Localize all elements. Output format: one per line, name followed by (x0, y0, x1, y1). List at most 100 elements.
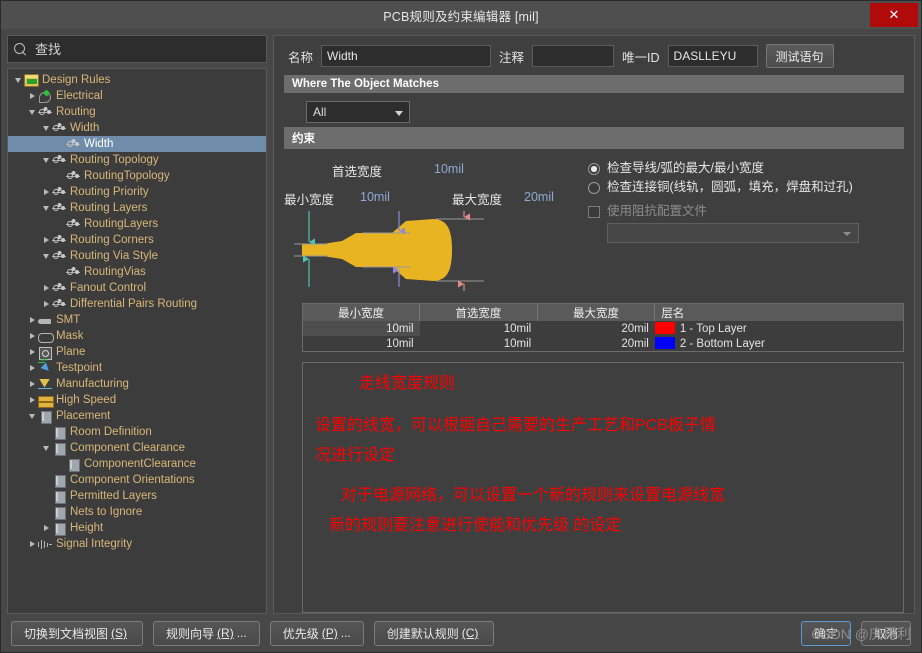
chevron-right-icon[interactable] (40, 285, 52, 291)
table-header-cell[interactable]: 最大宽度 (537, 304, 656, 321)
chevron-down-icon[interactable] (26, 413, 38, 419)
tree-item-mask[interactable]: Mask (8, 328, 266, 344)
footer-button-suffix: ... (340, 626, 351, 640)
tree-item-permitted-layers[interactable]: Permitted Layers (8, 488, 266, 504)
table-row[interactable]: 10mil 10mil 20mil 2 - Bottom Layer (303, 336, 903, 351)
tree-item-high-speed[interactable]: High Speed (8, 392, 266, 408)
table-row[interactable]: 10mil 10mil 20mil 1 - Top Layer (303, 321, 903, 336)
table-cell-layer[interactable]: 1 - Top Layer (654, 321, 903, 336)
table-cell-min[interactable]: 10mil (303, 336, 420, 351)
chevron-right-icon[interactable] (26, 397, 38, 403)
tree-item-placement[interactable]: Placement (8, 408, 266, 424)
scope-select[interactable]: All (306, 101, 410, 123)
chevron-right-icon[interactable] (26, 333, 38, 339)
tree-item-signal-integrity[interactable]: Signal Integrity (8, 536, 266, 552)
tree-item-routingtopology[interactable]: RoutingTopology (8, 168, 266, 184)
width-table[interactable]: 最小宽度 首选宽度 最大宽度 层名 10mil 10mil 20mil 1 - Top La… (302, 303, 904, 352)
tree-item-width[interactable]: Width (8, 136, 266, 152)
chevron-down-icon[interactable] (40, 445, 52, 451)
footer-button-0[interactable]: 切换到文档视图 (S) (11, 620, 144, 646)
footer-button-3[interactable]: 创建默认规则 (C) (373, 620, 495, 646)
constraint-options: 检查导线/弧的最大/最小宽度 检查连接铜(线轨，圆弧，填充，焊盘和过孔) 使用阻… (588, 155, 904, 295)
chevron-down-icon[interactable] (12, 77, 24, 83)
checkbox-use-impedance-profile[interactable]: 使用阻抗配置文件 (588, 204, 904, 218)
footer-button-2[interactable]: 优先级 (P)... (269, 620, 364, 646)
tree-item-routinglayers[interactable]: RoutingLayers (8, 216, 266, 232)
tree-item-routing-corners[interactable]: Routing Corners (8, 232, 266, 248)
tree-item-height[interactable]: Height (8, 520, 266, 536)
search-input[interactable] (33, 40, 260, 58)
tree-item-routing[interactable]: Routing (8, 104, 266, 120)
footer-button-1[interactable]: 规则向导 (R)... (153, 620, 260, 646)
table-header-cell[interactable]: 层名 (654, 304, 903, 321)
rules-tree[interactable]: Design Rules Electrical Routing Width Width R… (7, 68, 267, 614)
tree-item-testpoint[interactable]: Testpoint (8, 360, 266, 376)
chevron-right-icon[interactable] (40, 189, 52, 195)
table-header-cell[interactable]: 首选宽度 (419, 304, 538, 321)
radio-check-track-arc-width[interactable]: 检查导线/弧的最大/最小宽度 (588, 161, 904, 175)
plane-icon (38, 346, 53, 360)
tree-item-smt[interactable]: SMT (8, 312, 266, 328)
tree-item-routing-layers[interactable]: Routing Layers (8, 200, 266, 216)
chevron-right-icon[interactable] (40, 525, 52, 531)
tree-item-differential-pairs-routing[interactable]: Differential Pairs Routing (8, 296, 266, 312)
tree-item-routingvias[interactable]: RoutingVias (8, 264, 266, 280)
table-cell-layer[interactable]: 2 - Bottom Layer (654, 336, 903, 351)
tree-item-label: Mask (56, 330, 84, 342)
chevron-down-icon[interactable] (40, 157, 52, 163)
chevron-right-icon[interactable] (26, 93, 38, 99)
chevron-right-icon[interactable] (26, 349, 38, 355)
close-icon[interactable]: ✕ (870, 3, 918, 27)
chevron-right-icon[interactable] (40, 237, 52, 243)
routing-icon (52, 202, 67, 215)
tree-item-label: High Speed (56, 394, 117, 406)
tree-item-component-clearance[interactable]: Component Clearance (8, 440, 266, 456)
chevron-right-icon[interactable] (26, 381, 38, 387)
table-cell-max[interactable]: 20mil (537, 321, 655, 336)
tree-item-width[interactable]: Width (8, 120, 266, 136)
tree-item-design-rules[interactable]: Design Rules (8, 72, 266, 88)
routing-icon (52, 154, 67, 167)
chevron-down-icon[interactable] (40, 205, 52, 211)
chevron-down-icon[interactable] (40, 125, 52, 131)
tree-item-plane[interactable]: Plane (8, 344, 266, 360)
tree-item-fanout-control[interactable]: Fanout Control (8, 280, 266, 296)
tree-item-electrical[interactable]: Electrical (8, 88, 266, 104)
trace-width-diagram: 首选宽度 10mil 最小宽度 10mil 最大宽度 20mil (284, 155, 584, 295)
chevron-down-icon[interactable] (26, 109, 38, 115)
radio-check-connected-copper[interactable]: 检查连接铜(线轨，圆弧，填充，焊盘和过孔) (588, 180, 904, 194)
chevron-right-icon[interactable] (40, 301, 52, 307)
impedance-profile-select[interactable] (607, 223, 859, 243)
tree-item-label: Component Orientations (70, 474, 195, 486)
routing-icon (66, 138, 81, 151)
tree-item-label: Differential Pairs Routing (70, 298, 197, 310)
tree-item-manufacturing[interactable]: Manufacturing (8, 376, 266, 392)
cancel-button[interactable]: 取消 (860, 620, 911, 646)
tree-item-routing-via-style[interactable]: Routing Via Style (8, 248, 266, 264)
table-cell-preferred[interactable]: 10mil (420, 336, 538, 351)
chevron-right-icon[interactable] (26, 365, 38, 371)
comment-input[interactable] (532, 45, 615, 67)
chevron-right-icon[interactable] (26, 541, 38, 547)
radio-track-arc-label: 检查导线/弧的最大/最小宽度 (607, 161, 764, 175)
table-cell-preferred[interactable]: 10mil (420, 321, 538, 336)
table-cell-min[interactable]: 10mil (303, 321, 420, 336)
tree-item-room-definition[interactable]: Room Definition (8, 424, 266, 440)
unique-id-input[interactable] (667, 45, 758, 67)
search-box[interactable] (7, 35, 267, 63)
table-header-cell[interactable]: 最小宽度 (303, 304, 421, 321)
dialog-body: Design Rules Electrical Routing Width Width R… (1, 29, 921, 614)
tree-item-label: Plane (56, 346, 86, 358)
tree-item-routing-topology[interactable]: Routing Topology (8, 152, 266, 168)
chevron-down-icon[interactable] (40, 253, 52, 259)
test-query-button[interactable]: 测试语句 (765, 44, 834, 68)
ok-button[interactable]: 确定 (800, 620, 851, 646)
table-cell-max[interactable]: 20mil (537, 336, 655, 351)
name-input[interactable] (321, 45, 492, 67)
chevron-right-icon[interactable] (26, 317, 38, 323)
tree-item-nets-to-ignore[interactable]: Nets to Ignore (8, 504, 266, 520)
tree-item-component-orientations[interactable]: Component Orientations (8, 472, 266, 488)
tree-item-label: Routing Layers (70, 202, 148, 214)
tree-item-routing-priority[interactable]: Routing Priority (8, 184, 266, 200)
tree-item-componentclearance[interactable]: ComponentClearance (8, 456, 266, 472)
